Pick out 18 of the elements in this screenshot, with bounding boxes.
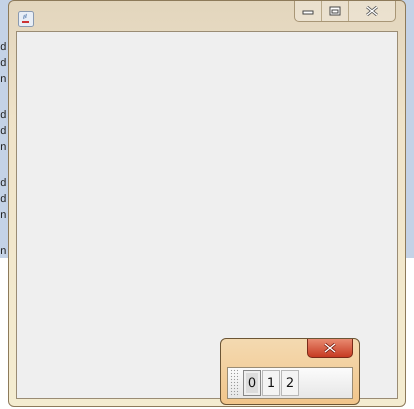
- code-line: d: [0, 193, 7, 208]
- toggle-button[interactable]: 0: [243, 370, 261, 396]
- close-icon: [365, 6, 379, 16]
- code-line: n: [0, 245, 7, 260]
- code-line: n: [0, 73, 7, 88]
- code-line: n: [0, 141, 7, 156]
- code-line: d: [0, 109, 7, 124]
- code-line: d: [0, 125, 7, 140]
- code-line: n: [0, 209, 7, 224]
- close-button[interactable]: [307, 339, 353, 358]
- toggle-button[interactable]: 1: [262, 370, 280, 396]
- toggle-button[interactable]: 2: [281, 370, 299, 396]
- code-line: d: [0, 57, 7, 72]
- code-line: d: [0, 41, 7, 56]
- grip-handle[interactable]: [230, 369, 240, 397]
- maximize-icon: [329, 6, 341, 16]
- code-line: d: [0, 177, 7, 192]
- close-icon: [323, 343, 337, 353]
